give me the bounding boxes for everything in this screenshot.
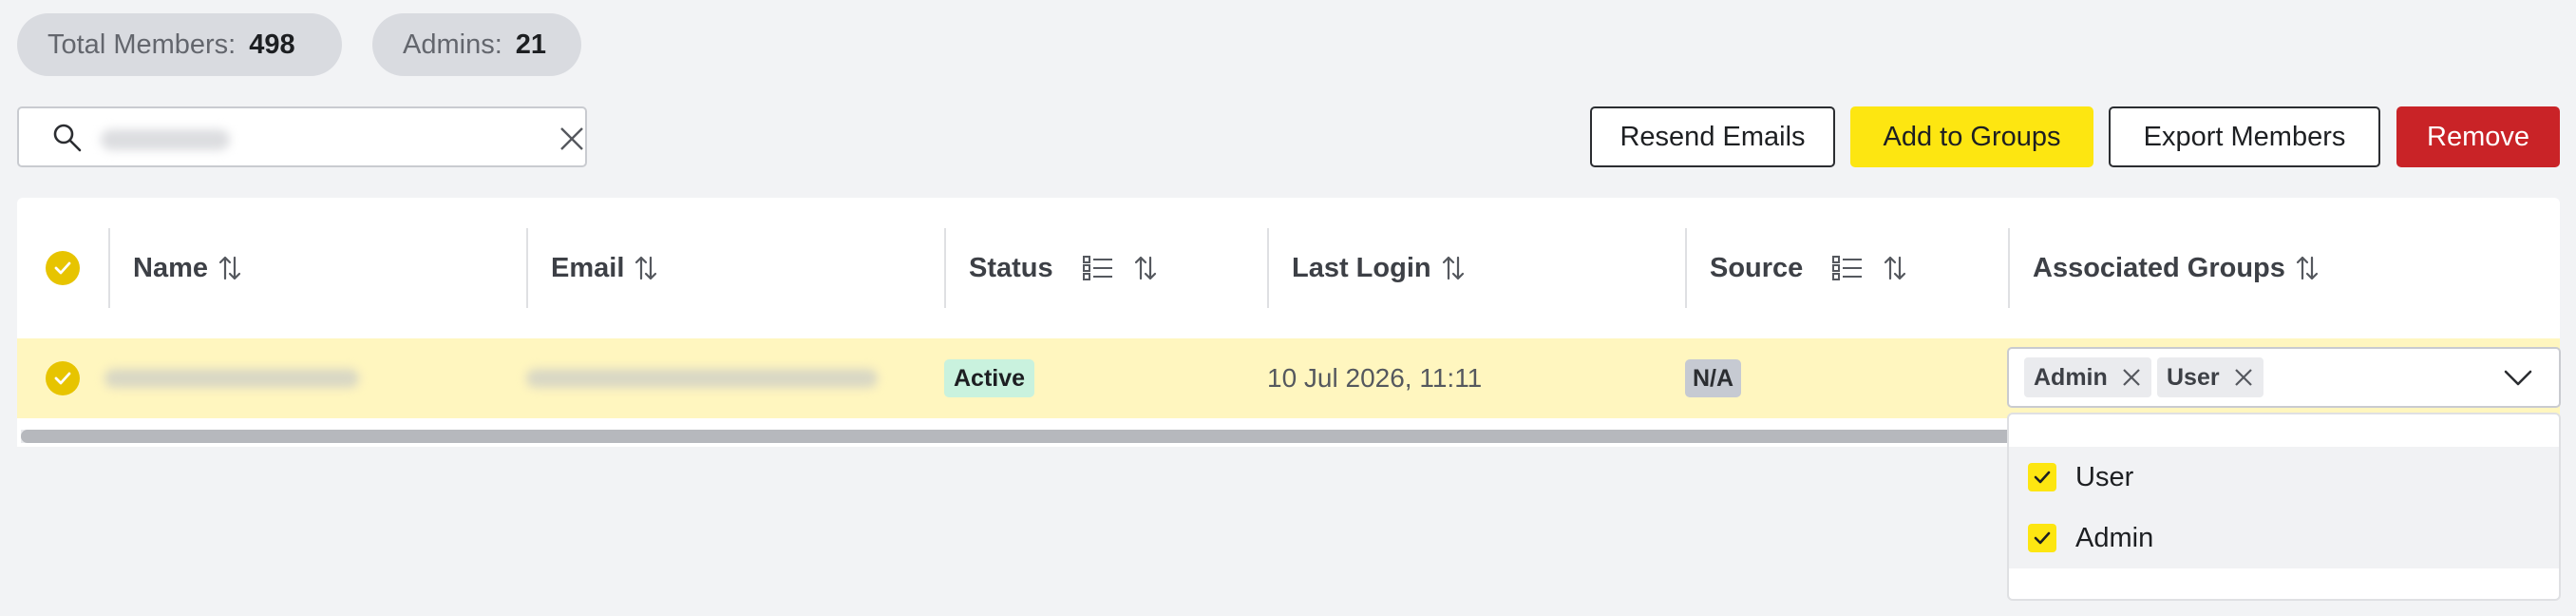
option-label: Admin — [2075, 522, 2154, 553]
sort-icon[interactable] — [634, 254, 658, 282]
close-icon[interactable] — [2121, 367, 2142, 388]
total-members-label: Total Members: — [47, 29, 237, 60]
chevron-down-icon[interactable] — [2502, 364, 2534, 391]
table-header: Name Email Status Last Login Source Asso… — [17, 198, 2560, 338]
check-icon — [2034, 531, 2051, 545]
sort-icon[interactable] — [1133, 254, 1158, 282]
remove-button[interactable]: Remove — [2396, 106, 2560, 167]
check-icon — [2034, 471, 2051, 484]
filter-list-icon[interactable] — [1082, 254, 1114, 282]
check-icon — [54, 372, 71, 385]
group-option-user[interactable]: User — [2009, 447, 2559, 508]
close-icon[interactable] — [2233, 367, 2254, 388]
member-name-redacted — [104, 369, 359, 388]
admins-badge: Admins: 21 — [372, 13, 581, 76]
row-checkbox[interactable] — [46, 361, 80, 395]
column-label-status: Status — [969, 252, 1053, 283]
admins-value: 21 — [515, 29, 547, 60]
sort-icon[interactable] — [1883, 254, 1907, 282]
group-tag-admin: Admin — [2024, 357, 2151, 397]
associated-groups-select[interactable]: Admin User — [2007, 347, 2561, 408]
column-label-associated-groups: Associated Groups — [2033, 252, 2285, 283]
column-label-name: Name — [133, 252, 208, 283]
option-label: User — [2075, 461, 2134, 492]
export-members-button[interactable]: Export Members — [2109, 106, 2380, 167]
group-tag-label: Admin — [2034, 363, 2108, 391]
column-header-associated-groups[interactable]: Associated Groups — [2033, 198, 2320, 338]
search-icon — [53, 124, 82, 152]
column-header-last-login[interactable]: Last Login — [1292, 198, 1466, 338]
select-all-checkbox[interactable] — [46, 251, 80, 285]
source-badge: N/A — [1685, 359, 1742, 397]
column-label-email: Email — [551, 252, 625, 283]
total-members-value: 498 — [249, 29, 295, 60]
column-label-last-login: Last Login — [1292, 252, 1431, 283]
groups-dropdown-menu: User Admin — [2007, 413, 2561, 601]
admins-label: Admins: — [403, 29, 502, 60]
sort-icon[interactable] — [218, 254, 242, 282]
last-login-value: 10 Jul 2026, 11:11 — [1267, 363, 1483, 393]
resend-emails-button[interactable]: Resend Emails — [1590, 106, 1835, 167]
column-label-source: Source — [1710, 252, 1804, 283]
column-header-source[interactable]: Source — [1710, 198, 1907, 338]
members-table: Name Email Status Last Login Source Asso… — [17, 198, 2560, 447]
option-checkbox[interactable] — [2028, 524, 2056, 552]
status-badge: Active — [944, 359, 1035, 397]
check-icon — [54, 261, 71, 275]
column-header-name[interactable]: Name — [133, 198, 242, 338]
scrollbar-thumb[interactable] — [21, 430, 2044, 443]
search-box[interactable] — [17, 106, 587, 167]
add-to-groups-button[interactable]: Add to Groups — [1850, 106, 2093, 167]
search-input[interactable] — [95, 116, 513, 158]
member-email-redacted — [526, 369, 878, 388]
column-header-email[interactable]: Email — [551, 198, 658, 338]
sort-icon[interactable] — [2295, 254, 2320, 282]
group-tag-label: User — [2167, 363, 2220, 391]
group-tag-user: User — [2157, 357, 2263, 397]
sort-icon[interactable] — [1441, 254, 1466, 282]
clear-icon[interactable] — [559, 125, 585, 152]
groups-option-list: User Admin — [2009, 447, 2559, 568]
filter-list-icon[interactable] — [1831, 254, 1864, 282]
option-checkbox[interactable] — [2028, 463, 2056, 491]
column-header-status[interactable]: Status — [969, 198, 1158, 338]
total-members-badge: Total Members: 498 — [17, 13, 342, 76]
group-option-admin[interactable]: Admin — [2009, 508, 2559, 568]
